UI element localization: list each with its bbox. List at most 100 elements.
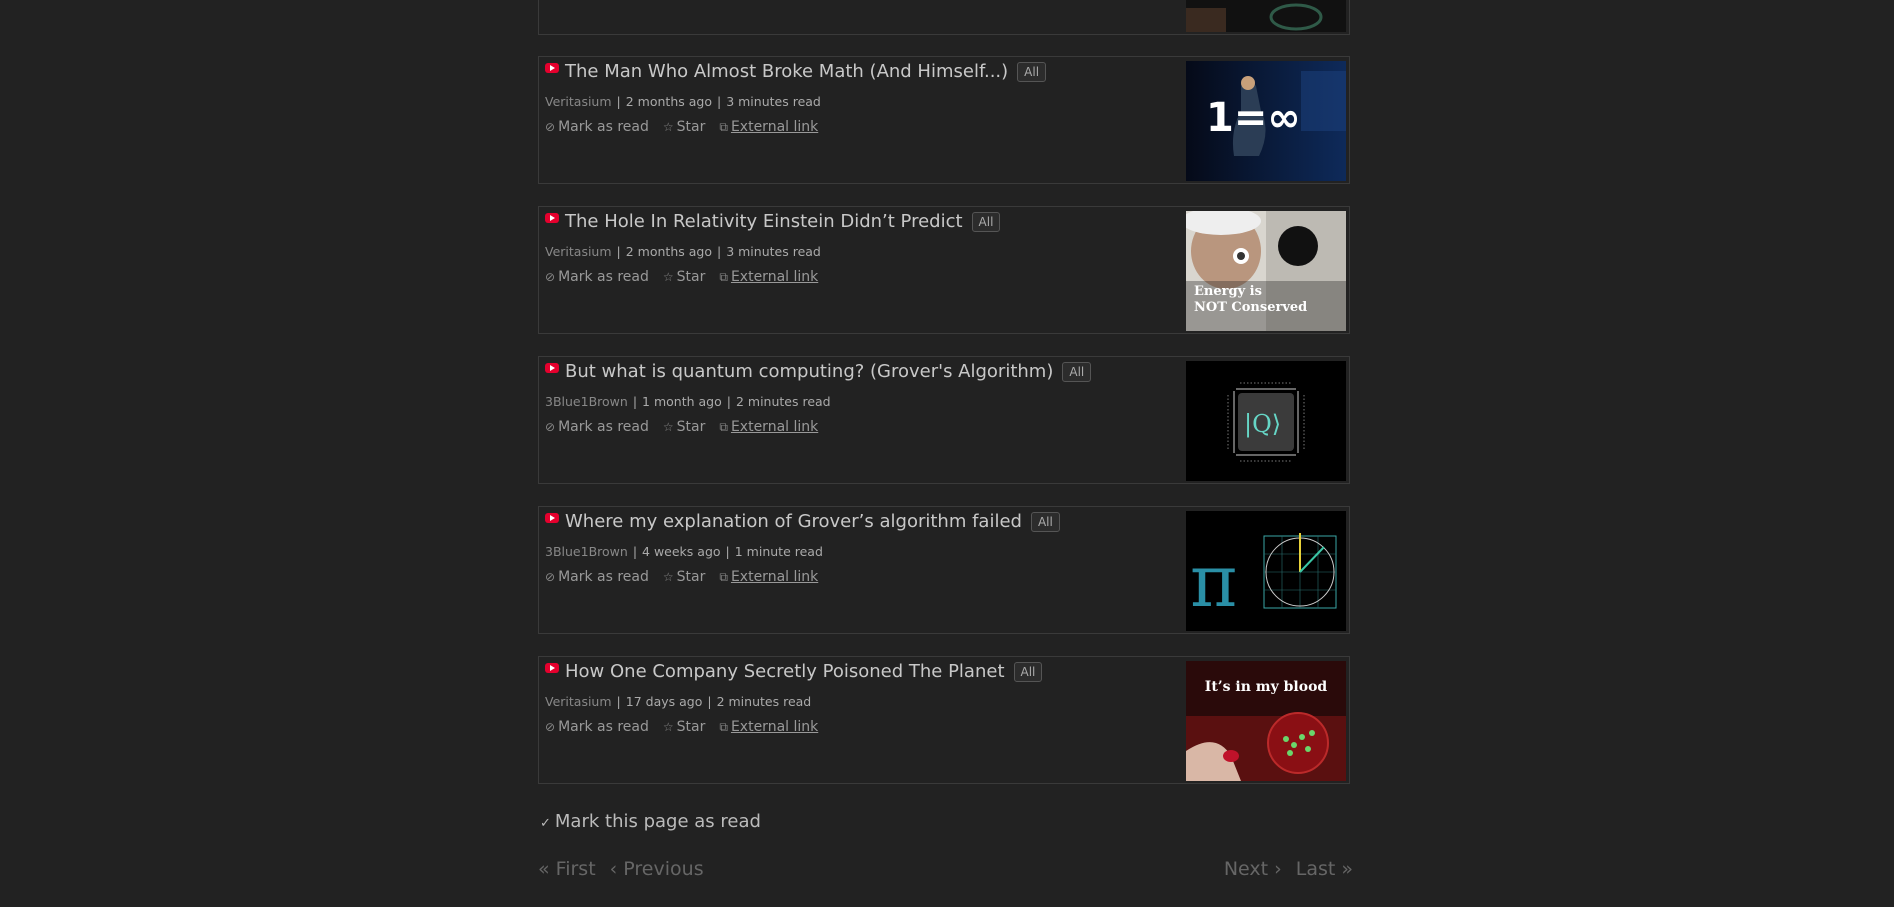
external-link-icon: ⧉ [719,569,728,584]
entry-card: Where my explanation of Grover’s algorit… [538,506,1350,634]
feed-name[interactable]: Veritasium [545,94,612,109]
thumbnail-text: 1=∞ [1206,95,1301,141]
check-icon: ✓ [540,816,551,831]
entry-title-link[interactable]: Where my explanation of Grover’s algorit… [565,511,1022,532]
check-circle-icon: ⊘ [545,120,556,134]
category-badge[interactable]: All [1013,661,1043,682]
youtube-icon [545,362,559,373]
external-link[interactable]: ⧉ External link [719,419,818,435]
mark-as-read-button[interactable]: ⊘ Mark as read [545,569,649,585]
star-button[interactable]: ☆ Star [663,269,705,285]
entry-thumbnail[interactable] [1186,0,1346,32]
thumbnail-text-line-2: NOT Conserved [1194,300,1307,315]
mark-as-read-button[interactable]: ⊘ Mark as read [545,719,649,735]
entry-title-link[interactable]: The Hole In Relativity Einstein Didn’t P… [565,211,963,232]
youtube-icon [545,212,559,223]
thumbnail-text-line-1: Energy is [1194,284,1262,299]
entry-card-previous [538,0,1350,35]
mark-page-as-read-button[interactable]: ✓ Mark this page as read [540,811,761,832]
entry-card: But what is quantum computing? (Grover's… [538,356,1350,484]
thumbnail-text: π [1190,539,1237,623]
entry-meta: Veritasium | 2 months ago | 3 minutes read [545,244,821,259]
thumbnail-text: |Q⟩ [1244,410,1281,439]
external-link-icon: ⧉ [719,719,728,734]
star-button[interactable]: ☆ Star [663,569,705,585]
external-link-icon: ⧉ [719,119,728,134]
entry-title-link[interactable]: The Man Who Almost Broke Math (And Himse… [565,61,1008,82]
star-icon: ☆ [662,570,674,584]
feed-name[interactable]: Veritasium [545,244,612,259]
pagination-left: « First ‹ Previous [538,858,718,880]
external-link[interactable]: ⧉ External link [719,119,818,135]
entry-actions: ⊘ Mark as read ☆ Star ⧉ External link [545,569,832,585]
last-page-link[interactable]: Last » [1296,858,1353,880]
reading-time: 2 minutes read [735,394,831,409]
youtube-icon [545,512,559,523]
mark-as-read-button[interactable]: ⊘ Mark as read [545,269,649,285]
reading-time: 2 minutes read [716,694,812,709]
entry-date: 4 weeks ago [642,544,721,559]
next-page-link[interactable]: Next › [1224,858,1282,880]
reading-time: 1 minute read [734,544,823,559]
star-button[interactable]: ☆ Star [663,419,705,435]
entry-thumbnail[interactable]: It’s in my blood [1186,661,1346,781]
youtube-icon [545,62,559,73]
feed-name[interactable]: 3Blue1Brown [545,544,628,559]
entry-date: 2 months ago [625,244,712,259]
category-badge[interactable]: All [1030,511,1060,532]
entry-thumbnail[interactable]: π [1186,511,1346,631]
entry-card: How One Company Secretly Poisoned The Pl… [538,656,1350,784]
entry-thumbnail[interactable]: |Q⟩ [1186,361,1346,481]
star-icon: ☆ [662,720,674,734]
check-circle-icon: ⊘ [545,570,556,584]
entry-meta: Veritasium | 2 months ago | 3 minutes read [545,94,821,109]
entry-title-link[interactable]: How One Company Secretly Poisoned The Pl… [565,661,1005,682]
external-link[interactable]: ⧉ External link [719,569,818,585]
entry-meta: 3Blue1Brown | 1 month ago | 2 minutes read [545,394,831,409]
previous-page-link[interactable]: ‹ Previous [610,858,704,880]
entry-actions: ⊘ Mark as read ☆ Star ⧉ External link [545,269,832,285]
entry-thumbnail[interactable]: Energy is NOT Conserved [1186,211,1346,331]
external-link[interactable]: ⧉ External link [719,269,818,285]
entry-date: 17 days ago [625,694,703,709]
entry-title-row: But what is quantum computing? (Grover's… [545,361,1092,382]
entry-date: 2 months ago [625,94,712,109]
entry-title-row: How One Company Secretly Poisoned The Pl… [545,661,1043,682]
entry-title-row: Where my explanation of Grover’s algorit… [545,511,1060,532]
entry-actions: ⊘ Mark as read ☆ Star ⧉ External link [545,719,832,735]
star-icon: ☆ [662,120,674,134]
external-link[interactable]: ⧉ External link [719,719,818,735]
youtube-icon [545,662,559,673]
feed-name[interactable]: Veritasium [545,694,612,709]
entry-title-row: The Hole In Relativity Einstein Didn’t P… [545,211,1001,232]
first-page-link[interactable]: « First [538,858,596,880]
mark-as-read-button[interactable]: ⊘ Mark as read [545,419,649,435]
star-button[interactable]: ☆ Star [663,119,705,135]
thumbnail-text: It’s in my blood [1205,679,1328,695]
entry-title-row: The Man Who Almost Broke Math (And Himse… [545,61,1047,82]
star-icon: ☆ [662,270,674,284]
entry-card: The Hole In Relativity Einstein Didn’t P… [538,206,1350,334]
check-circle-icon: ⊘ [545,720,556,734]
star-icon: ☆ [662,420,674,434]
pagination-right: Next › Last » [1210,858,1353,880]
check-circle-icon: ⊘ [545,420,556,434]
entry-card: The Man Who Almost Broke Math (And Himse… [538,56,1350,184]
category-badge[interactable]: All [1062,361,1092,382]
external-link-icon: ⧉ [719,419,728,434]
check-circle-icon: ⊘ [545,270,556,284]
mark-as-read-button[interactable]: ⊘ Mark as read [545,119,649,135]
star-button[interactable]: ☆ Star [663,719,705,735]
feed-name[interactable]: 3Blue1Brown [545,394,628,409]
entry-actions: ⊘ Mark as read ☆ Star ⧉ External link [545,119,832,135]
entry-title-link[interactable]: But what is quantum computing? (Grover's… [565,361,1053,382]
entry-meta: Veritasium | 17 days ago | 2 minutes read [545,694,812,709]
external-link-icon: ⧉ [719,269,728,284]
reading-time: 3 minutes read [726,244,821,259]
entry-meta: 3Blue1Brown | 4 weeks ago | 1 minute read [545,544,823,559]
category-badge[interactable]: All [971,211,1001,232]
entry-actions: ⊘ Mark as read ☆ Star ⧉ External link [545,419,832,435]
category-badge[interactable]: All [1017,61,1047,82]
entry-thumbnail[interactable]: 1=∞ [1186,61,1346,181]
entry-date: 1 month ago [642,394,722,409]
